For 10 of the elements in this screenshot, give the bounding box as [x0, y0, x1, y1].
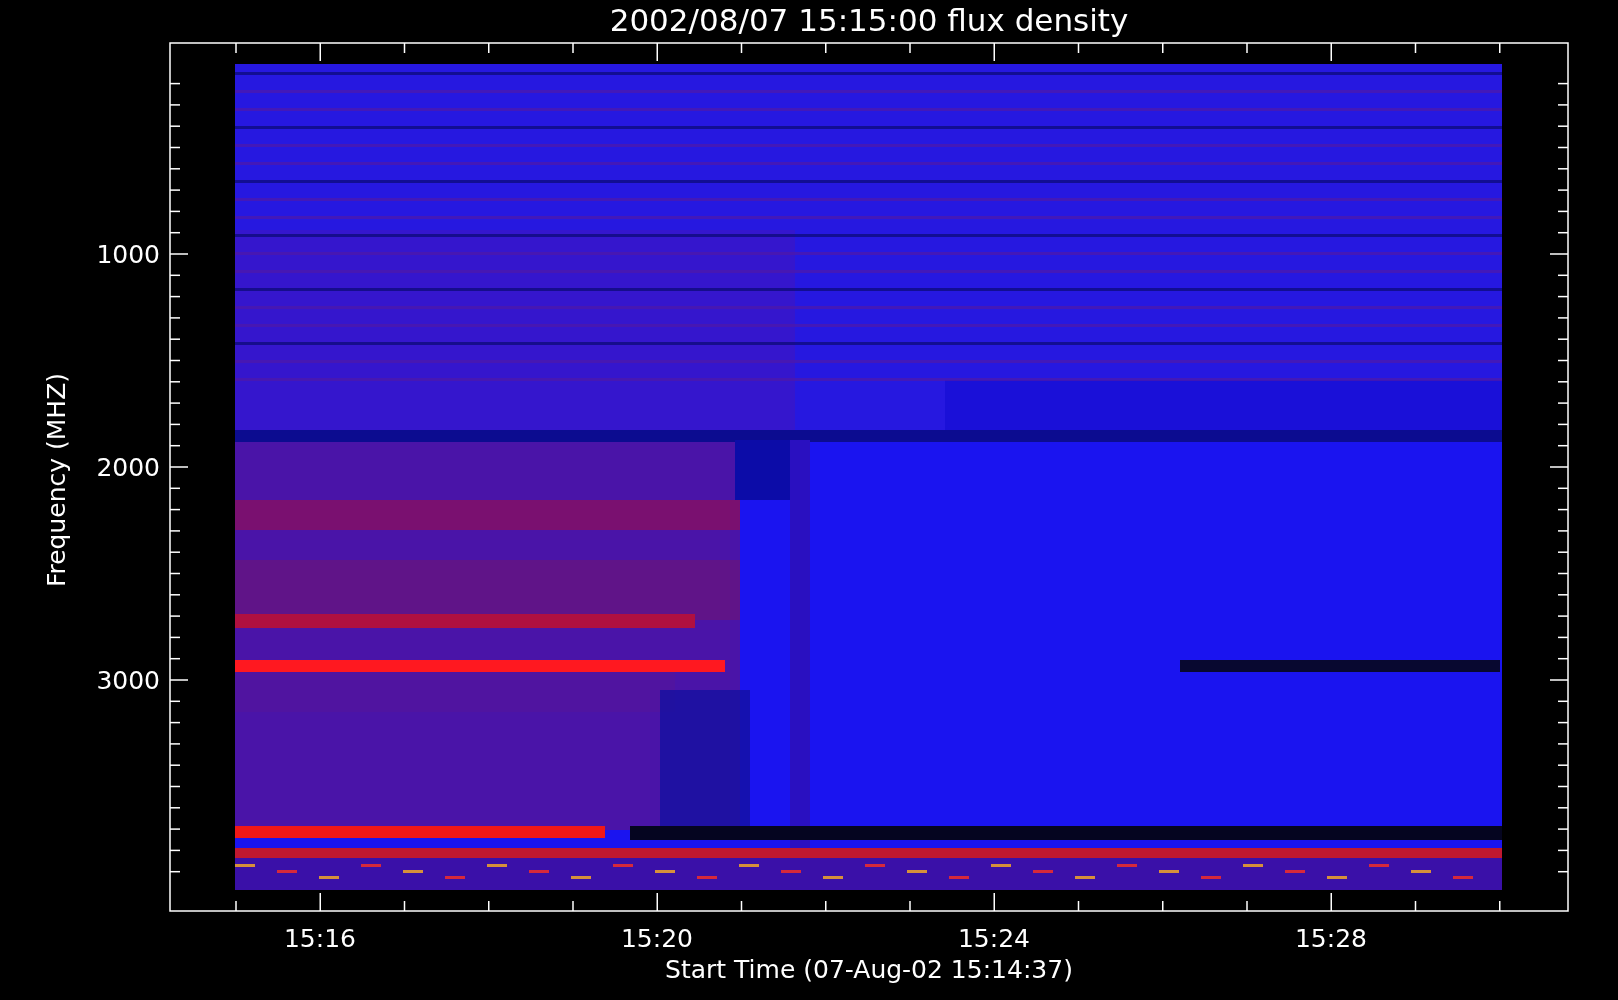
- x-tick-label: 15:20: [621, 924, 693, 953]
- y-tick-label: 3000: [96, 666, 160, 695]
- y-tick-label: 2000: [96, 453, 160, 482]
- chart-title: 2002/08/07 15:15:00 flux density: [609, 2, 1129, 38]
- x-tick-label: 15:24: [958, 924, 1030, 953]
- x-tick-label: 15:16: [284, 924, 356, 953]
- x-tick-label: 15:28: [1295, 924, 1367, 953]
- x-axis-label: Start Time (07-Aug-02 15:14:37): [665, 955, 1073, 984]
- y-axis-label: Frequency (MHZ): [42, 372, 71, 588]
- y-tick-label: 1000: [96, 240, 160, 269]
